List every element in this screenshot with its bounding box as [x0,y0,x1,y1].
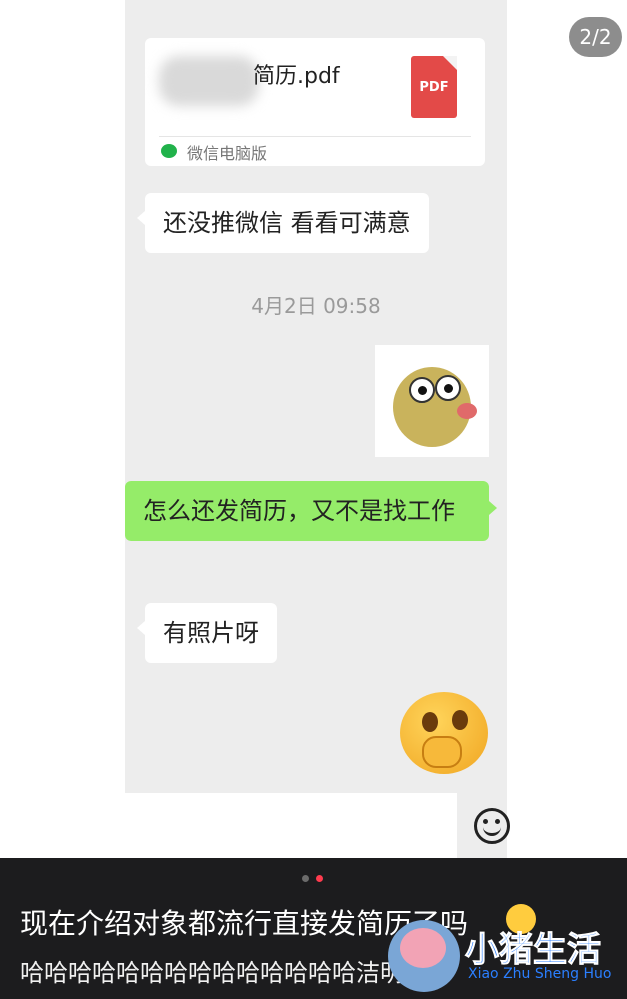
duck-sticker[interactable] [375,345,489,457]
card-divider [159,136,471,137]
file-name: 简历.pdf [253,64,340,89]
emoji-eye [452,710,468,730]
message-timestamp: 4月2日 09:58 [251,294,381,318]
post-subtext: 哈哈哈哈哈哈哈哈哈哈哈哈哈哈洁明了 [20,959,428,987]
post-caption-panel: 现在介绍对象都流行直接发简历了吗 哈哈哈哈哈哈哈哈哈哈哈哈哈哈洁明了 小猪生活 … [0,858,627,999]
watermark-subtitle: Xiao Zhu Sheng Huo [468,966,612,982]
message-bubble-left[interactable]: 有照片呀 [137,603,277,663]
wechat-icon [161,144,177,158]
duck-cheek [457,403,477,419]
duck-eye-icon [409,377,435,403]
message-bubble-left[interactable]: 还没推微信 看看可满意 [137,193,429,253]
redacted-filename-blur [159,56,259,106]
pig-mascot-icon [400,928,446,968]
smiley-icon[interactable] [474,808,510,844]
face-hand-over-mouth-emoji[interactable] [400,692,488,774]
file-source-label: 微信电脑版 [187,144,268,163]
file-message-card[interactable]: 简历.pdf PDF 微信电脑版 [145,38,485,166]
left-margin [0,0,125,858]
right-margin [507,0,627,858]
emoji-eye [422,712,438,732]
message-input-field[interactable] [125,793,457,858]
carousel-dot-inactive[interactable] [302,875,309,882]
message-bubble-right[interactable]: 怎么还发简历，又不是找工作 [125,481,497,541]
watermark-title: 小猪生活 [465,930,602,971]
page-indicator: 2/2 [569,17,622,57]
duck-eye-icon [435,375,461,401]
pdf-file-icon: PDF [411,56,457,118]
carousel-dot-active[interactable] [316,875,323,882]
emoji-hand [422,736,462,768]
